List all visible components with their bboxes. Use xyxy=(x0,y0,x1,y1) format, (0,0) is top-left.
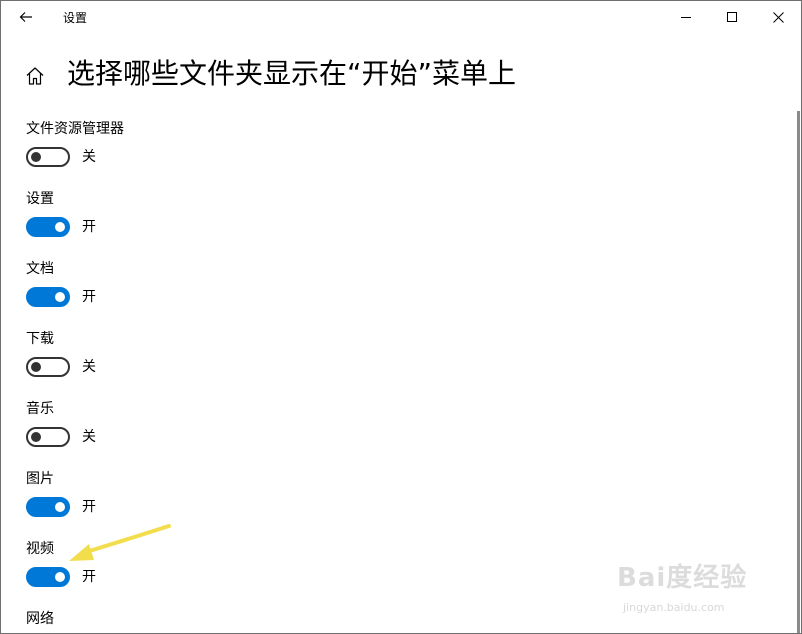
setting-label: 网络 xyxy=(26,611,54,627)
toggle-state-text: 开 xyxy=(82,569,96,585)
maximize-icon xyxy=(727,12,737,22)
toggle-knob xyxy=(55,222,65,232)
baidu-watermark: Bai度经验 jingyan.baidu.com xyxy=(613,541,783,625)
toggle-state-text: 开 xyxy=(82,219,96,235)
back-button[interactable] xyxy=(9,3,43,31)
minimize-icon xyxy=(681,17,691,18)
minimize-button[interactable] xyxy=(663,1,709,33)
home-button[interactable] xyxy=(24,65,46,87)
toggle-knob xyxy=(31,152,41,162)
toggle-file-explorer[interactable] xyxy=(26,147,70,167)
setting-label: 视频 xyxy=(26,541,54,557)
toggle-knob xyxy=(55,572,65,582)
setting-label: 文件资源管理器 xyxy=(26,121,124,137)
setting-network: 网络 xyxy=(26,609,326,633)
setting-label: 音乐 xyxy=(26,401,54,417)
setting-label: 图片 xyxy=(26,471,54,487)
setting-label: 文档 xyxy=(26,261,54,277)
setting-label: 设置 xyxy=(26,191,54,207)
close-button[interactable] xyxy=(755,1,801,33)
toggle-state-text: 关 xyxy=(82,359,96,375)
toggle-downloads[interactable] xyxy=(26,357,70,377)
setting-settings: 设置 开 xyxy=(26,189,326,249)
setting-pictures: 图片 开 xyxy=(26,469,326,529)
toggle-knob xyxy=(55,292,65,302)
toggle-pictures[interactable] xyxy=(26,497,70,517)
setting-label: 下载 xyxy=(26,331,54,347)
setting-videos: 视频 开 xyxy=(26,539,326,599)
settings-window: 设置 选择哪些文件夹显示在“开始”菜单上 文件资源管理器 关 设置 开 文档 开… xyxy=(0,0,802,634)
setting-file-explorer: 文件资源管理器 关 xyxy=(26,119,326,179)
back-arrow-icon xyxy=(19,12,32,22)
toggle-knob xyxy=(31,362,41,372)
toggle-knob xyxy=(31,432,41,442)
setting-downloads: 下载 关 xyxy=(26,329,326,389)
toggle-videos[interactable] xyxy=(26,567,70,587)
toggle-state-text: 关 xyxy=(82,149,96,165)
home-icon xyxy=(26,67,44,85)
vertical-scrollbar[interactable] xyxy=(797,111,800,633)
watermark-logo: Bai度经验 xyxy=(617,563,748,593)
toggle-music[interactable] xyxy=(26,427,70,447)
window-title: 设置 xyxy=(63,11,88,25)
toggle-state-text: 关 xyxy=(82,429,96,445)
maximize-button[interactable] xyxy=(709,1,755,33)
page-title: 选择哪些文件夹显示在“开始”菜单上 xyxy=(67,57,517,90)
watermark-url: jingyan.baidu.com xyxy=(623,601,725,614)
setting-documents: 文档 开 xyxy=(26,259,326,319)
toggle-settings[interactable] xyxy=(26,217,70,237)
close-icon xyxy=(772,11,784,23)
toggle-documents[interactable] xyxy=(26,287,70,307)
toggle-state-text: 开 xyxy=(82,499,96,515)
title-bar: 设置 xyxy=(1,1,801,33)
setting-music: 音乐 关 xyxy=(26,399,326,459)
toggle-knob xyxy=(55,502,65,512)
toggle-state-text: 开 xyxy=(82,289,96,305)
